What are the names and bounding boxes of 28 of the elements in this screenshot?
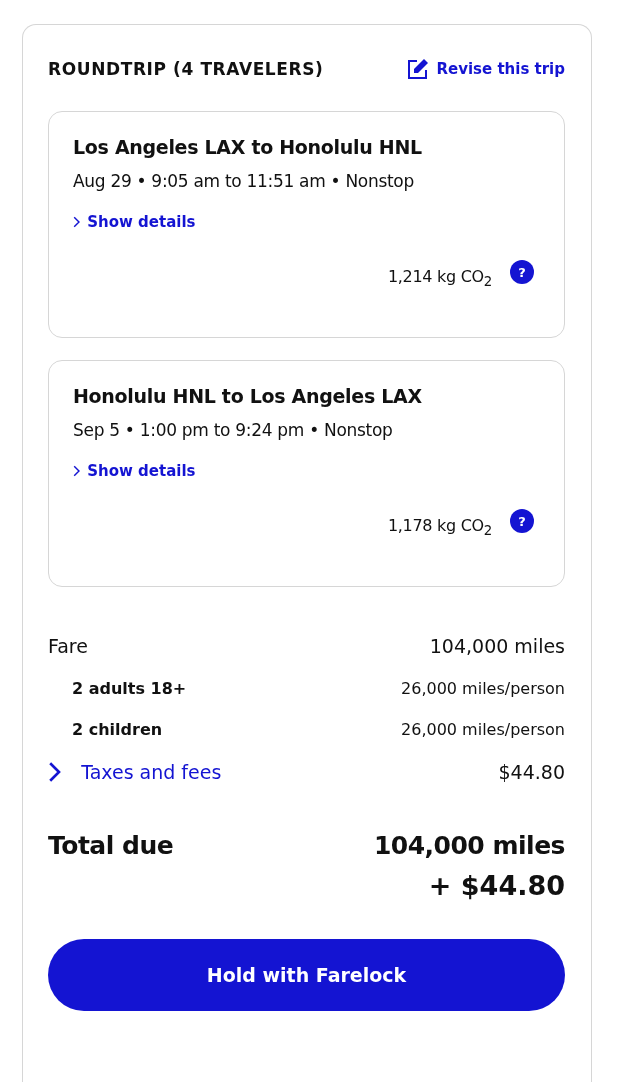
flight-route: Honolulu HNL to Los Angeles LAX [73,385,423,407]
traveler-label: 2 children [71,720,163,739]
revise-trip-link[interactable]: Revise this trip [406,57,565,81]
price-value: $44.80 [498,761,565,783]
total-miles: 104,000 miles [373,831,565,860]
trip-title: ROUNDTRIP (4 TRAVELERS) [48,59,324,79]
price-value: 26,000 miles/person [401,679,565,698]
flight-schedule: Sep 5 • 1:00 pm to 9:24 pm • Nonstop [73,420,394,440]
price-value: 26,000 miles/person [401,720,565,739]
chevron-icon [48,761,62,783]
total-label: Total due [48,831,174,862]
emissions-text: 1,178 kg CO$_{2}$ [387,516,492,539]
flight-schedule: Aug 29 • 9:05 am to 11:51 am • Nonstop [73,171,415,191]
chevron-icon [73,216,81,228]
help-button[interactable]: ? [510,260,534,285]
hold-button[interactable]: Hold with Farelock [48,939,565,1011]
edit-icon [406,57,431,81]
show-details-link[interactable]: Show details [73,462,196,480]
price-label: Fare [48,635,88,657]
emissions-text: 1,214 kg CO$_{2}$ [387,267,492,290]
taxes-fees-link[interactable]: Taxes and fees [48,761,222,783]
help-button[interactable]: ? [510,509,534,534]
traveler-label: 2 adults 18+ [71,679,187,698]
show-details-link[interactable]: Show details [73,213,196,231]
total-cash: + $44.80 [428,870,565,901]
flight-route: Los Angeles LAX to Honolulu HNL [73,136,423,158]
chevron-icon [73,465,81,477]
price-value: 104,000 miles [429,635,565,657]
